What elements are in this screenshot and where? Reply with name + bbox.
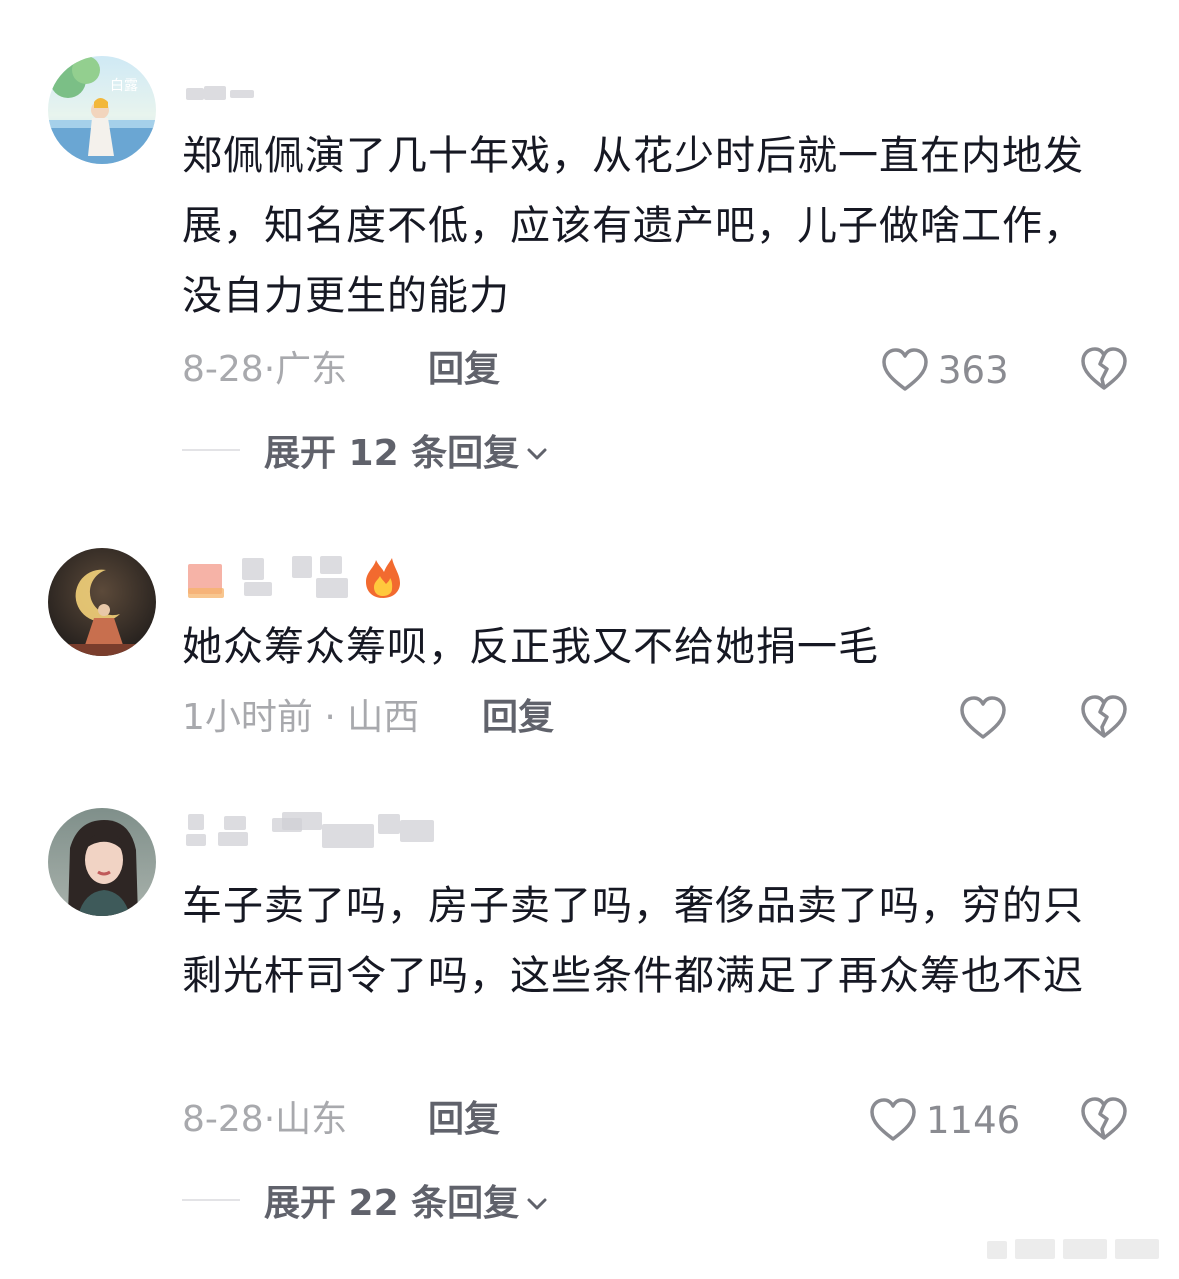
like-button[interactable]: 363 bbox=[880, 346, 1009, 394]
dislike-button[interactable] bbox=[1080, 346, 1128, 394]
like-button[interactable] bbox=[958, 694, 1008, 742]
comment-text: 车子卖了吗，房子卖了吗，奢侈品卖了吗，穷的只剩光杆司令了吗，这些条件都满足了再众… bbox=[182, 883, 1084, 999]
reply-button[interactable]: 回复 bbox=[428, 1098, 500, 1142]
dislike-button[interactable] bbox=[1080, 1096, 1128, 1144]
comment-meta: 1小时前 · 山西 bbox=[182, 696, 419, 740]
divider-line bbox=[182, 449, 240, 451]
comment-date: 8-28 bbox=[182, 349, 264, 390]
svg-text:白露: 白露 bbox=[110, 78, 138, 94]
like-button[interactable]: 1146 bbox=[868, 1096, 1020, 1144]
comment-meta: 8-28·广东 bbox=[182, 348, 347, 392]
heart-outline-icon bbox=[958, 695, 1008, 741]
expand-replies-label: 展开 22 条回复 bbox=[264, 1183, 520, 1224]
expand-replies-button[interactable]: 展开 12 条回复 bbox=[182, 428, 549, 474]
divider-line bbox=[182, 1199, 240, 1201]
meta-separator: · bbox=[312, 697, 348, 738]
expand-replies-label: 展开 12 条回复 bbox=[264, 433, 520, 474]
avatar[interactable] bbox=[48, 548, 156, 656]
comment-location: 山西 bbox=[347, 697, 420, 738]
chevron-down-icon bbox=[525, 430, 549, 471]
broken-heart-icon bbox=[1080, 1096, 1128, 1142]
username[interactable] bbox=[182, 554, 412, 598]
username[interactable] bbox=[182, 74, 262, 108]
chevron-down-icon bbox=[525, 1180, 549, 1221]
comment-location: 山东 bbox=[275, 1099, 348, 1140]
reply-button[interactable]: 回复 bbox=[428, 348, 500, 392]
heart-outline-icon bbox=[880, 347, 930, 393]
expand-replies-button[interactable]: 展开 22 条回复 bbox=[182, 1178, 549, 1224]
watermark bbox=[987, 1235, 1167, 1265]
broken-heart-icon bbox=[1080, 346, 1128, 392]
comment-meta: 8-28·山东 bbox=[182, 1098, 347, 1142]
comment-location: 广东 bbox=[275, 349, 348, 390]
comment-date: 8-28 bbox=[182, 1099, 264, 1140]
avatar[interactable]: 白露 bbox=[48, 56, 156, 164]
like-count: 1146 bbox=[926, 1098, 1021, 1142]
like-count: 363 bbox=[938, 348, 1009, 392]
dislike-button[interactable] bbox=[1080, 694, 1128, 742]
comment-text: 郑佩佩演了几十年戏，从花少时后就一直在内地发展，知名度不低，应该有遗产吧，儿子做… bbox=[182, 133, 1084, 319]
meta-separator: · bbox=[263, 349, 276, 390]
comment-text: 她众筹众筹呗，反正我又不给她捐一毛 bbox=[182, 624, 879, 670]
comment-date: 1小时前 bbox=[182, 697, 313, 738]
reply-button[interactable]: 回复 bbox=[482, 696, 554, 740]
username[interactable] bbox=[182, 810, 462, 848]
meta-separator: · bbox=[263, 1099, 276, 1140]
heart-outline-icon bbox=[868, 1097, 918, 1143]
broken-heart-icon bbox=[1080, 694, 1128, 740]
fire-icon bbox=[360, 554, 406, 604]
avatar[interactable] bbox=[48, 808, 156, 916]
